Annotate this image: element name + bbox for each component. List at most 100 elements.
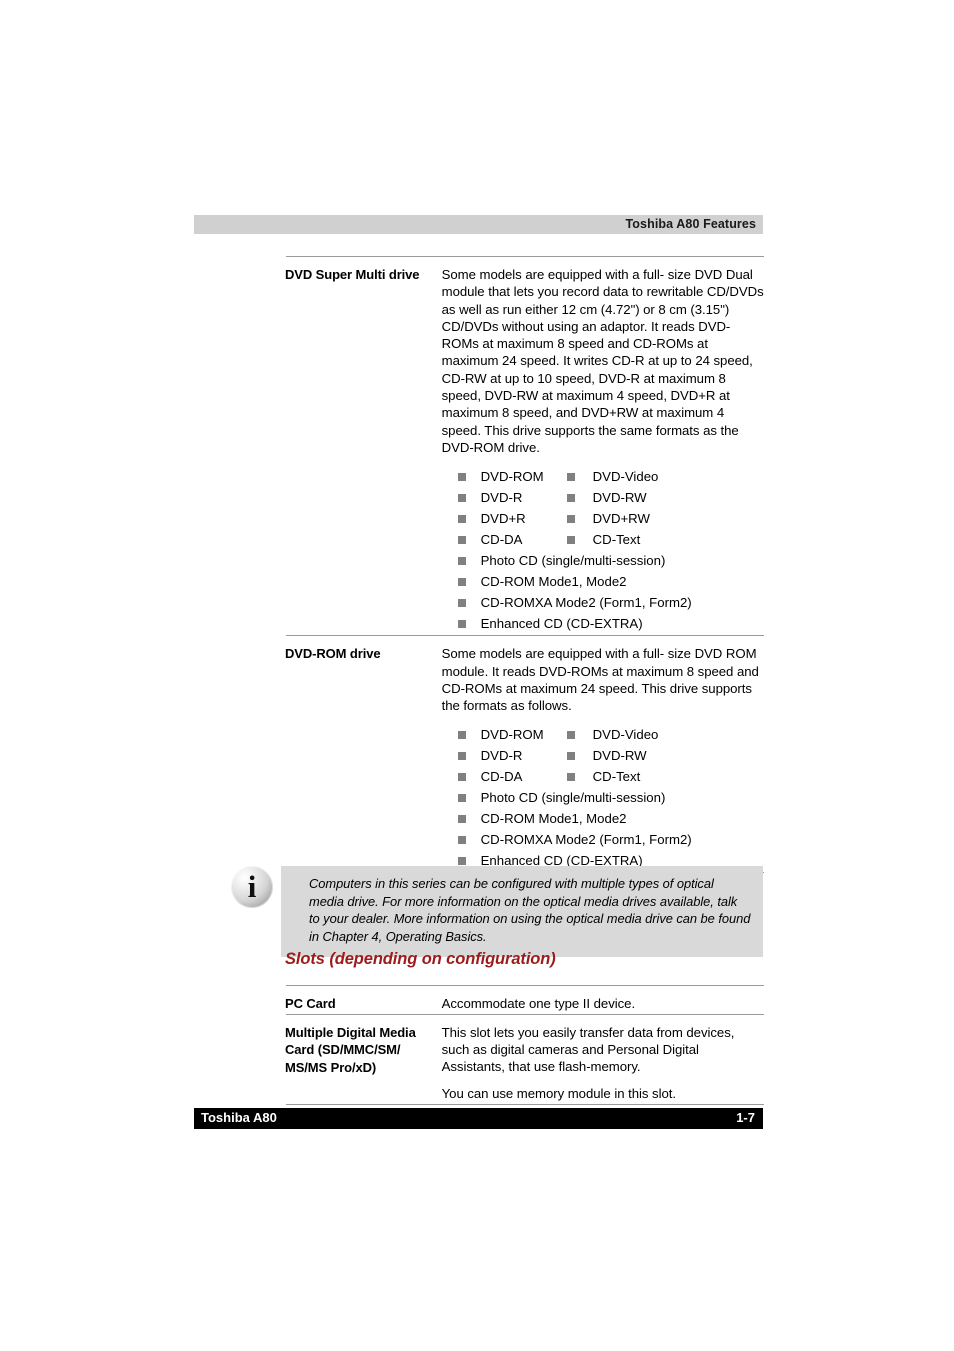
term-label: DVD Super Multi drive bbox=[285, 267, 420, 282]
table-row: DVD-ROM drive Some models are equipped w… bbox=[285, 637, 765, 871]
bullet-square-icon bbox=[457, 794, 466, 803]
list-item-secondary: DVD-Video bbox=[566, 466, 658, 487]
bullet-square-icon bbox=[457, 578, 466, 587]
table-row: PC Card Accommodate one type II device. bbox=[285, 987, 765, 1013]
list-item: DVD-R DVD-RW bbox=[455, 487, 765, 508]
description-paragraph: This slot lets you easily transfer data … bbox=[441, 1024, 735, 1075]
horizontal-rule bbox=[286, 985, 764, 986]
info-note-text: Computers in this series can be configur… bbox=[309, 876, 751, 944]
list-item: Photo CD (single/multi-session) bbox=[455, 787, 765, 808]
description-cell: Some models are equipped with a full- si… bbox=[442, 258, 765, 634]
list-item-secondary: CD-Text bbox=[566, 766, 641, 787]
horizontal-rule bbox=[286, 1103, 764, 1105]
description-text: This slot lets you easily transfer data … bbox=[442, 1016, 765, 1103]
bullet-square-icon bbox=[457, 620, 466, 629]
term-cell: PC Card bbox=[285, 987, 442, 1013]
list-item: CD-ROMXA Mode2 (Form1, Form2) bbox=[455, 592, 765, 613]
bullet-square-icon bbox=[457, 494, 466, 503]
list-item: DVD-ROM DVD-Video bbox=[455, 724, 765, 745]
description-cell: Some models are equipped with a full- si… bbox=[442, 637, 765, 871]
list-item-label: DVD-ROM bbox=[480, 469, 544, 485]
list-item: DVD-ROM DVD-Video bbox=[455, 466, 765, 487]
list-item-secondary: DVD+RW bbox=[566, 508, 650, 529]
optical-drive-table-body: DVD Super Multi drive Some models are eq… bbox=[285, 255, 765, 874]
list-item: CD-DA CD-Text bbox=[455, 766, 765, 787]
bullet-square-icon bbox=[566, 536, 575, 545]
description-paragraph: Some models are equipped with a full- si… bbox=[441, 646, 759, 714]
list-item: CD-ROM Mode1, Mode2 bbox=[455, 808, 765, 829]
list-item-label: Photo CD (single/multi-session) bbox=[480, 553, 666, 569]
list-item-secondary: DVD-Video bbox=[566, 724, 659, 745]
running-header-title: Toshiba A80 Features bbox=[625, 217, 756, 231]
term-label: DVD-ROM drive bbox=[285, 646, 381, 662]
bullet-square-icon bbox=[566, 731, 575, 740]
format-list: DVD-ROM DVD-Video DVD-R bbox=[455, 724, 765, 871]
info-icon: i bbox=[231, 866, 273, 908]
bullet-square-icon bbox=[457, 836, 466, 845]
bullet-square-icon bbox=[566, 473, 575, 482]
bullet-square-icon bbox=[566, 773, 575, 782]
bullet-square-icon bbox=[457, 473, 466, 482]
list-item: DVD+R DVD+RW bbox=[455, 508, 765, 529]
list-item-label: DVD-R bbox=[480, 748, 523, 764]
optical-drive-table: DVD Super Multi drive Some models are eq… bbox=[285, 255, 765, 874]
document-page: Toshiba A80 Features DVD Super Multi dri… bbox=[0, 0, 954, 1351]
table-row: DVD Super Multi drive Some models are eq… bbox=[285, 258, 765, 634]
bullet-square-icon bbox=[457, 515, 466, 524]
list-item: Photo CD (single/multi-session) bbox=[455, 550, 765, 571]
list-item: CD-ROM Mode1, Mode2 bbox=[455, 571, 765, 592]
term-cell: Multiple Digital Media Card (SD/MMC/SM/ … bbox=[285, 1016, 442, 1103]
optical-drive-section: DVD Super Multi drive Some models are eq… bbox=[285, 255, 765, 874]
list-item: DVD-R DVD-RW bbox=[455, 745, 765, 766]
list-item: Enhanced CD (CD-EXTRA) bbox=[455, 613, 765, 634]
list-item-label: DVD-RW bbox=[592, 490, 647, 506]
bullet-square-icon bbox=[566, 494, 575, 503]
description-cell: This slot lets you easily transfer data … bbox=[442, 1016, 765, 1103]
info-icon-glyph: i bbox=[247, 868, 257, 904]
bullet-square-icon bbox=[457, 752, 466, 761]
list-item-label: CD-DA bbox=[480, 532, 523, 548]
term-label: Multiple Digital Media Card (SD/MMC/SM/ … bbox=[285, 1024, 416, 1075]
bullet-square-icon bbox=[457, 557, 466, 566]
bullet-square-icon bbox=[566, 515, 575, 524]
slots-table: PC Card Accommodate one type II device. … bbox=[285, 984, 765, 1106]
list-item-secondary: DVD-RW bbox=[566, 487, 647, 508]
term-label: PC Card bbox=[285, 996, 336, 1011]
description-paragraph: Some models are equipped with a full- si… bbox=[441, 267, 764, 455]
page-footer: Toshiba A80 1-7 bbox=[194, 1108, 763, 1129]
term-cell: DVD Super Multi drive bbox=[285, 258, 442, 634]
format-list: DVD-ROM DVD-Video DVD-R bbox=[455, 466, 765, 634]
bullet-square-icon bbox=[457, 857, 466, 866]
running-header: Toshiba A80 Features bbox=[194, 215, 763, 234]
list-item-secondary: DVD-RW bbox=[566, 745, 647, 766]
list-item-label: DVD+RW bbox=[592, 511, 650, 527]
list-item: CD-DA CD-Text bbox=[455, 529, 765, 550]
bullet-square-icon bbox=[566, 752, 575, 761]
list-item-label: DVD-ROM bbox=[480, 727, 544, 743]
description-text: Some models are equipped with a full- si… bbox=[442, 637, 765, 714]
list-item-label: CD-ROM Mode1, Mode2 bbox=[480, 574, 627, 590]
horizontal-rule bbox=[286, 1013, 764, 1015]
description-paragraph: You can use memory module in this slot. bbox=[441, 1086, 676, 1102]
section-heading: Slots (depending on configuration) bbox=[285, 950, 556, 968]
list-item-secondary: CD-Text bbox=[566, 529, 641, 550]
list-item-label: CD-ROM Mode1, Mode2 bbox=[480, 811, 627, 827]
bullet-square-icon bbox=[457, 773, 466, 782]
list-item-label: CD-ROMXA Mode2 (Form1, Form2) bbox=[480, 832, 692, 848]
horizontal-rule bbox=[286, 635, 764, 637]
list-item-label: CD-ROMXA Mode2 (Form1, Form2) bbox=[480, 595, 692, 611]
description-cell: Accommodate one type II device. bbox=[442, 987, 765, 1013]
description-text: Some models are equipped with a full- si… bbox=[442, 258, 765, 456]
list-item-label: DVD+R bbox=[480, 511, 526, 527]
slots-section: PC Card Accommodate one type II device. … bbox=[285, 984, 765, 1106]
table-bottom-rule-row bbox=[285, 1103, 765, 1106]
list-item-label: CD-Text bbox=[592, 769, 641, 785]
list-item-label: CD-DA bbox=[480, 769, 523, 785]
bullet-square-icon bbox=[457, 536, 466, 545]
description-text: Accommodate one type II device. bbox=[442, 987, 765, 1012]
bullet-square-icon bbox=[457, 599, 466, 608]
list-item-label: CD-Text bbox=[592, 532, 641, 548]
list-item-label: DVD-R bbox=[480, 490, 523, 506]
list-item-label: DVD-RW bbox=[592, 748, 647, 764]
list-item-label: DVD-Video bbox=[592, 727, 659, 743]
